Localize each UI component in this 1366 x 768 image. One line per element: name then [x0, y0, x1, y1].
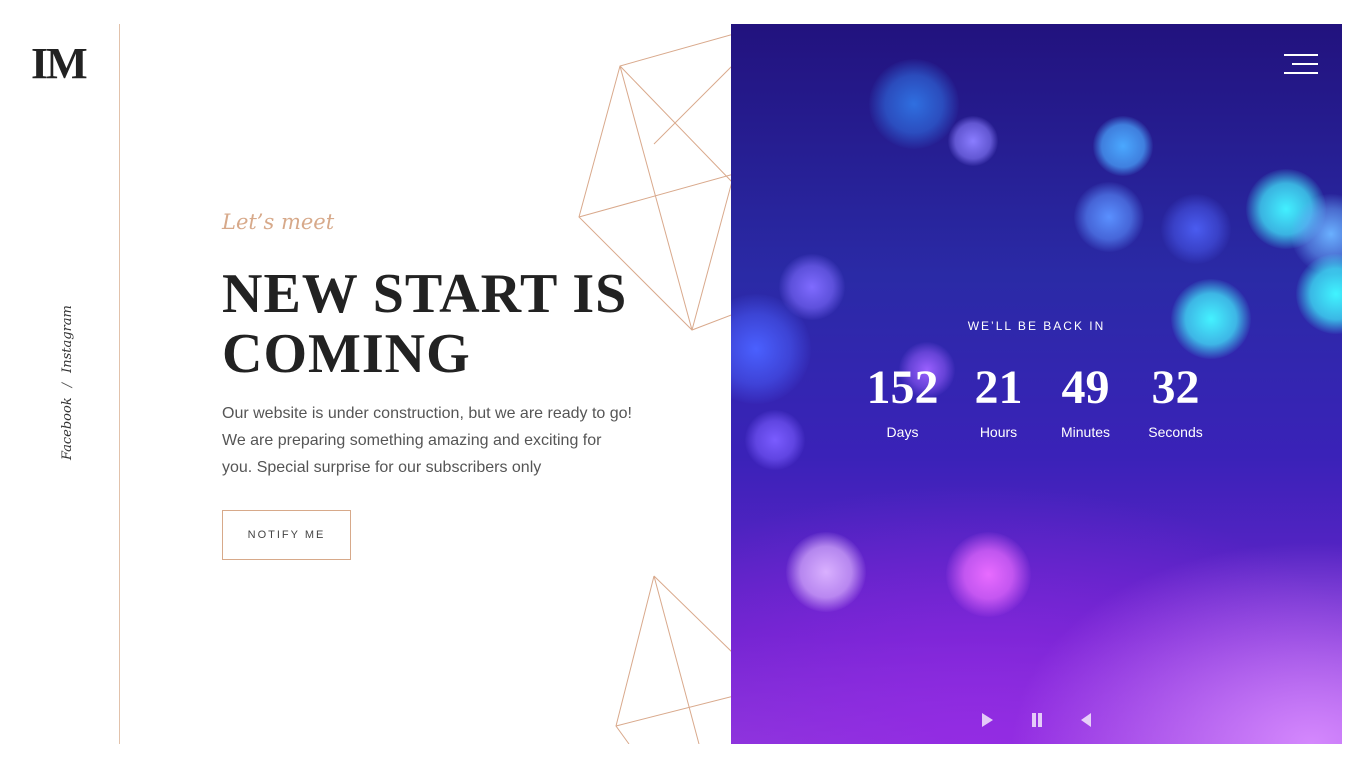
- countdown-timer: 152 Days 21 Hours 49 Minutes 32 Seconds: [731, 360, 1342, 440]
- bokeh-light: [869, 59, 959, 149]
- countdown-panel: WE’LL BE BACK IN 152 Days 21 Hours 49 Mi…: [731, 24, 1342, 744]
- countdown-days: 152 Days: [865, 360, 941, 440]
- days-label: Days: [886, 424, 919, 440]
- hero-eyebrow: Let’s meet: [222, 210, 335, 234]
- social-separator: /: [60, 382, 75, 388]
- hamburger-menu-icon[interactable]: [1284, 54, 1318, 74]
- social-links: Facebook / Instagram: [60, 305, 75, 460]
- bokeh-light: [946, 532, 1031, 617]
- bokeh-light: [786, 532, 866, 612]
- seconds-label: Seconds: [1148, 424, 1203, 440]
- countdown-heading: WE’LL BE BACK IN: [967, 319, 1106, 333]
- site-logo[interactable]: IM: [31, 42, 88, 86]
- facebook-link[interactable]: Facebook: [60, 397, 75, 460]
- bokeh-light: [1093, 116, 1153, 176]
- bokeh-light: [1161, 194, 1231, 264]
- minutes-label: Minutes: [1060, 424, 1111, 440]
- media-controls: [731, 712, 1342, 728]
- instagram-link[interactable]: Instagram: [60, 305, 75, 373]
- notify-me-button[interactable]: NOTIFY ME: [222, 510, 351, 560]
- page-frame: IM Facebook/Instagram Let’s meet NEW STA…: [24, 24, 1342, 744]
- bokeh-light: [948, 116, 998, 166]
- countdown-minutes: 49 Minutes: [1053, 360, 1119, 440]
- hours-value: 21: [974, 361, 1023, 414]
- bokeh-light: [1074, 182, 1144, 252]
- hours-label: Hours: [979, 424, 1018, 440]
- volume-icon[interactable]: [1079, 712, 1095, 728]
- countdown-hours: 21 Hours: [969, 360, 1029, 440]
- left-rail: IM Facebook / Instagram: [24, 24, 120, 744]
- countdown-seconds: 32 Seconds: [1143, 360, 1209, 440]
- seconds-value: 32: [1151, 361, 1200, 414]
- geometric-wireframe-decoration: [578, 33, 734, 744]
- minutes-value: 49: [1061, 361, 1110, 414]
- play-icon[interactable]: [979, 712, 995, 728]
- days-value: 152: [866, 361, 939, 414]
- pause-icon[interactable]: [1029, 712, 1045, 728]
